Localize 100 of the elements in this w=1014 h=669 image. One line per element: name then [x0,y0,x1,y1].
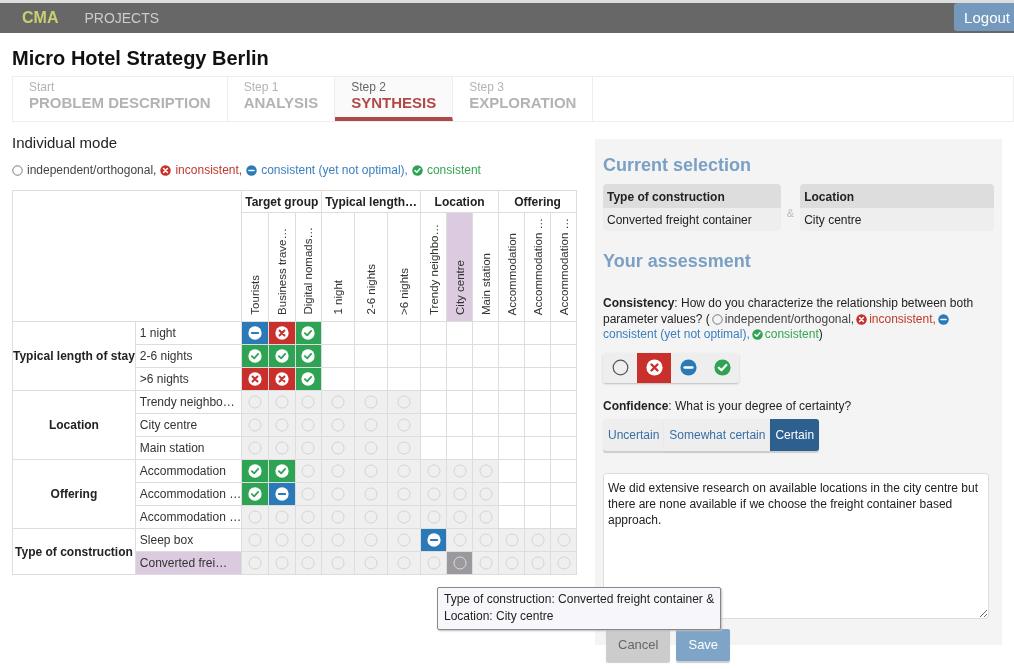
matrix-cell[interactable] [321,367,355,391]
matrix-cell[interactable] [524,436,551,460]
cancel-button[interactable]: Cancel [606,628,671,661]
legend-label: consistent (yet not optimal), [261,163,408,177]
column-header: >6 nights [387,212,421,322]
circle-icon [611,359,629,377]
matrix-cell[interactable] [524,482,551,506]
matrix-cell[interactable] [550,413,577,437]
matrix-cell[interactable] [498,390,525,414]
matrix-cell[interactable] [550,459,577,483]
matrix-cell[interactable] [387,344,421,368]
matrix-cell[interactable] [420,321,447,345]
step-title: SYNTHESIS [351,94,437,111]
step-number: Step 3 [469,80,505,94]
consistency-option[interactable] [705,352,739,383]
matrix-cell[interactable] [420,367,447,391]
matrix-cell[interactable] [498,367,525,391]
matrix-cell[interactable] [321,321,355,345]
matrix-cell[interactable] [498,482,525,506]
projects-link[interactable]: PROJECTS [84,10,160,26]
matrix-cell[interactable] [472,367,499,391]
matrix-cell[interactable] [524,390,551,414]
matrix-cell[interactable] [550,482,577,506]
matrix-cell[interactable] [524,321,551,345]
matrix-cell[interactable] [446,321,473,345]
matrix-cell[interactable] [524,367,551,391]
confidence-option[interactable]: Certain [770,418,820,451]
confidence-option[interactable]: Somewhat certain [664,418,771,451]
matrix-cell[interactable] [550,321,577,345]
matrix-cell[interactable] [550,367,577,391]
minus-icon [426,533,441,547]
matrix-cell[interactable] [498,344,525,368]
cross-icon [160,164,172,176]
logout-button[interactable]: Logout [954,3,1014,31]
matrix-cell[interactable] [472,344,499,368]
matrix-cell[interactable] [524,459,551,483]
matrix-cell[interactable] [446,367,473,391]
matrix-cell[interactable] [472,321,499,345]
matrix-cell[interactable] [498,505,525,529]
matrix-cell[interactable] [446,344,473,368]
matrix-cell[interactable] [550,505,577,529]
row-header: Accommodation … [135,505,242,529]
confidence-option[interactable]: Uncertain [603,418,665,451]
consistency-option[interactable] [671,352,705,383]
cross-icon [274,326,289,340]
matrix-cell[interactable] [550,344,577,368]
minus-icon [246,164,258,176]
matrix-cell[interactable] [354,344,388,368]
save-button[interactable]: Save [676,628,731,661]
matrix-cell[interactable] [498,413,525,437]
matrix-cell[interactable] [420,344,447,368]
column-header: Business trave… [268,212,296,322]
matrix-cell[interactable] [550,436,577,460]
column-group-header: Typical length… [321,190,421,213]
consistency-option[interactable] [603,352,637,383]
parameter-name: Location [800,184,994,208]
matrix-cell[interactable] [524,344,551,368]
check-icon [274,464,289,478]
matrix-cell[interactable] [354,321,388,345]
column-header: Trendy neighbo… [420,212,447,322]
legend-label: independent/orthogonal, [724,311,855,328]
matrix-cell[interactable] [524,413,551,437]
step-tab[interactable]: Start PROBLEM DESCRIPTION [13,77,228,121]
row-header: >6 nights [135,367,242,391]
step-tab[interactable]: Step 3 EXPLORATION [453,77,594,121]
matrix-cell[interactable] [550,390,577,414]
row-header: 2-6 nights [135,344,242,368]
column-header: 1 night [321,212,355,322]
cross-icon [248,372,263,386]
legend-label: inconsistent, [869,311,936,328]
matrix-cell[interactable] [321,344,355,368]
step-tab[interactable]: Step 2 SYNTHESIS [335,77,454,121]
matrix-cell[interactable] [354,367,388,391]
matrix-cell[interactable] [446,436,473,460]
circle-icon [452,556,467,570]
matrix-cell[interactable] [387,321,421,345]
step-number: Step 1 [243,80,280,94]
matrix-cell[interactable] [387,367,421,391]
matrix-cell[interactable] [420,390,447,414]
matrix-cell[interactable] [446,413,473,437]
consistency-option[interactable] [637,352,671,383]
minus-icon [679,359,697,377]
matrix-cell[interactable] [498,459,525,483]
matrix-cell[interactable] [498,321,525,345]
check-icon [301,349,316,363]
matrix-cell[interactable] [472,436,499,460]
brand-logo[interactable]: CMA [22,9,59,27]
column-header: Accommodation [498,212,525,322]
matrix-cell[interactable] [472,390,499,414]
matrix-cell[interactable] [446,390,473,414]
matrix-cell[interactable] [524,505,551,529]
matrix-cell[interactable] [498,436,525,460]
check-icon [274,349,289,363]
parameter-value: Converted freight container [603,208,781,231]
column-header: Main station [472,212,499,322]
column-header: City centre [446,212,473,322]
matrix-cell[interactable] [420,436,447,460]
matrix-cell[interactable] [420,413,447,437]
row-group-header: Location [12,390,136,460]
matrix-cell[interactable] [472,413,499,437]
